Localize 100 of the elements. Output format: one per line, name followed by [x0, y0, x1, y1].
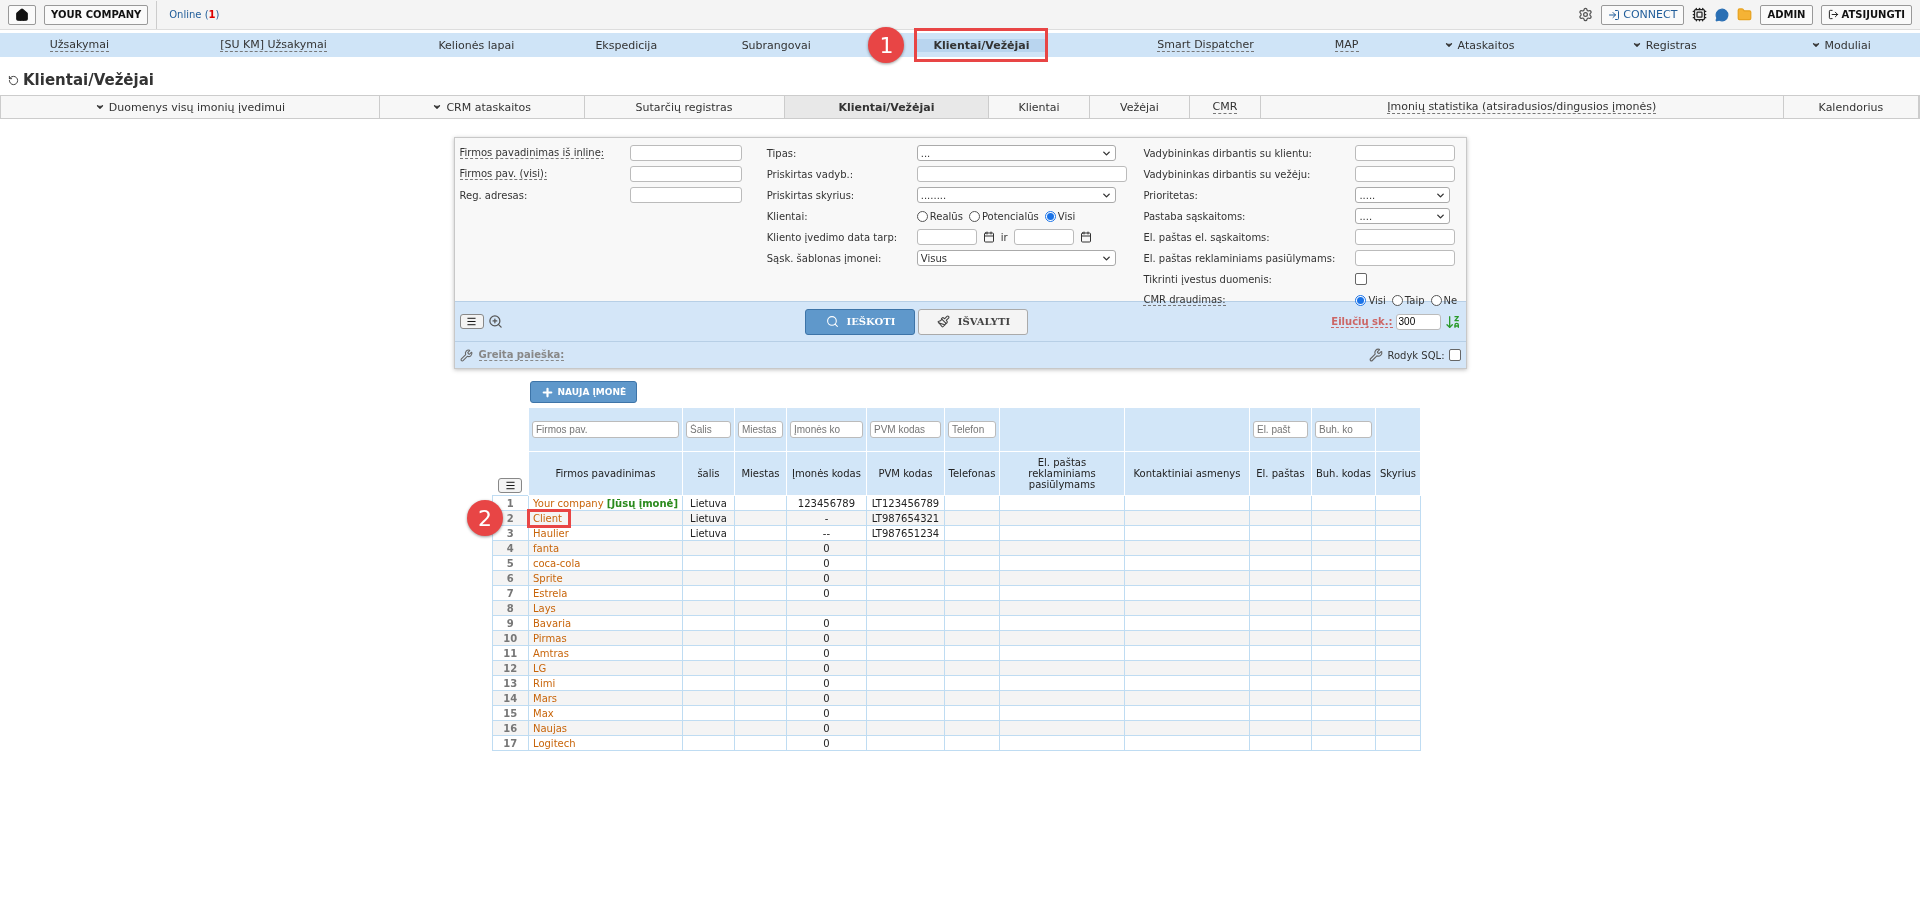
column-header: Miestas — [734, 451, 787, 496]
menu-button[interactable] — [498, 478, 522, 493]
radio-option[interactable]: Visi — [1044, 210, 1076, 222]
zoom-in-icon[interactable] — [487, 314, 503, 329]
date-field[interactable] — [1013, 229, 1074, 245]
sub-tab[interactable]: Kalendorius — [1783, 96, 1919, 118]
field-label: Prioritetas: — [1143, 189, 1199, 201]
nav-tab[interactable]: Smart Dispatcher — [1108, 33, 1303, 57]
company-name-cell[interactable]: Naujas — [528, 720, 683, 736]
text-field[interactable] — [916, 166, 1127, 182]
sub-tab[interactable]: Įmonių statistika (atsiradusios/dingusios įmonės) — [1260, 96, 1784, 118]
sub-tab[interactable]: CMR — [1190, 96, 1261, 118]
company-name-cell[interactable]: Haulier — [528, 525, 683, 541]
nav-tab[interactable]: Registras — [1567, 33, 1762, 57]
filter-field[interactable]: Firmos pav. — [532, 421, 679, 438]
home-button[interactable] — [8, 4, 36, 25]
company-name-cell[interactable]: Logitech — [528, 735, 683, 751]
text-field[interactable] — [1355, 166, 1456, 182]
login-icon — [1608, 8, 1621, 21]
nav-tab[interactable]: Užsakymai — [0, 33, 159, 57]
caret-icon — [1810, 40, 1821, 50]
text-field[interactable] — [629, 166, 742, 182]
select-field[interactable]: .... — [1355, 208, 1451, 224]
filter-field[interactable]: El. pašt — [1252, 421, 1308, 438]
company-button[interactable]: YOUR COMPANY — [44, 4, 149, 25]
chat-bubble-icon[interactable] — [1715, 7, 1730, 22]
radio-option[interactable]: Potencialūs — [968, 210, 1039, 222]
table-cell: LT123456789 — [866, 495, 945, 511]
filter-field[interactable]: Šalis — [685, 421, 731, 438]
nav-tab[interactable]: Ekspedicija — [564, 33, 689, 57]
text-field[interactable] — [1355, 250, 1456, 266]
nav-tab[interactable]: Kelionės lapai — [388, 33, 565, 57]
text-field[interactable] — [1355, 229, 1456, 245]
table-cell: 0 — [786, 615, 867, 631]
column-header: Telefonas — [944, 451, 1000, 496]
rows-count-field[interactable]: 300 — [1395, 313, 1441, 330]
company-name-cell[interactable]: Max — [528, 705, 683, 721]
company-name-cell[interactable]: fanta — [528, 540, 683, 556]
select-field[interactable]: Visus — [916, 250, 1117, 266]
checkbox[interactable] — [1448, 349, 1461, 361]
sub-tab[interactable]: Klientai — [989, 96, 1090, 118]
company-name-cell[interactable]: LG — [528, 660, 683, 676]
calendar-icon[interactable] — [982, 231, 995, 243]
clear-button[interactable]: IŠVALYTI — [918, 308, 1029, 335]
nav-tab[interactable]: Ataskaitos — [1390, 33, 1568, 57]
filter-field[interactable]: Telefon — [947, 421, 996, 438]
company-name-cell[interactable]: Estrela — [528, 585, 683, 601]
company-name-cell[interactable]: Bavaria — [528, 615, 683, 631]
select-field[interactable]: ... — [916, 145, 1117, 161]
connect-button[interactable]: CONNECT — [1601, 4, 1685, 25]
row-number: 3 — [492, 525, 529, 541]
field-label: El. paštas el. sąskaitoms: — [1143, 231, 1271, 243]
select-field[interactable]: ..... — [1355, 187, 1451, 203]
menu-button[interactable] — [459, 314, 484, 329]
logout-button[interactable]: ATSIJUNGTI — [1820, 4, 1912, 25]
sub-tab[interactable]: Sutarčių registras — [584, 96, 785, 118]
column-header: Buh. kodas — [1311, 451, 1376, 496]
calendar-icon[interactable] — [1079, 231, 1092, 243]
filter-field[interactable]: Miestas — [737, 421, 783, 438]
filter-field[interactable]: PVM kodas — [869, 421, 941, 438]
refresh-icon[interactable] — [8, 74, 19, 86]
select-field[interactable]: ........ — [916, 187, 1117, 203]
checkbox[interactable] — [1355, 273, 1368, 285]
field-label: Klientai: — [766, 210, 809, 222]
nav-tab[interactable]: Moduliai — [1761, 33, 1920, 57]
company-name[interactable]: Client — [533, 512, 562, 524]
table-cell: 0 — [786, 630, 867, 646]
menu-icon — [466, 316, 477, 327]
text-field[interactable] — [629, 145, 742, 161]
nav-tab[interactable]: [SU KM] Užsakymai — [158, 33, 389, 57]
sub-tab[interactable]: Duomenys visų imonių įvedimui — [1, 96, 380, 118]
nav-tab[interactable]: MAP — [1302, 33, 1391, 57]
nav-tab[interactable]: Klientai/Vežėjai — [917, 38, 1046, 52]
text-field[interactable] — [629, 187, 742, 203]
radio-option[interactable]: Realūs — [916, 210, 963, 222]
company-name-cell[interactable]: coca-cola — [528, 555, 683, 571]
date-field[interactable] — [916, 229, 977, 245]
filter-field[interactable]: Buh. ko — [1314, 421, 1372, 438]
sort-icon[interactable] — [1444, 313, 1461, 330]
table-cell: Lietuva — [682, 495, 735, 511]
column-header: El. paštas reklaminiams pasiūlymams — [999, 451, 1125, 496]
sub-tab[interactable]: Klientai/Vežėjai — [784, 96, 990, 118]
column-header: Firmos pavadinimas — [528, 451, 683, 496]
sub-tab[interactable]: CRM ataskaitos — [379, 96, 585, 118]
text-field[interactable] — [1355, 145, 1456, 161]
sub-tab[interactable]: Vežėjai — [1089, 96, 1191, 118]
nav-tab[interactable]: Subrangovai — [688, 33, 865, 57]
table-cell: 0 — [786, 690, 867, 706]
admin-button[interactable]: ADMIN — [1760, 4, 1813, 25]
company-name-cell[interactable]: Mars — [528, 690, 683, 706]
filter-field[interactable]: Įmonės ko — [789, 421, 863, 438]
company-name-cell[interactable]: Amtras — [528, 645, 683, 661]
settings-icon[interactable] — [1578, 7, 1594, 22]
company-name-cell[interactable]: Sprite — [528, 570, 683, 586]
chip-icon[interactable] — [1692, 7, 1708, 22]
company-name-cell[interactable]: Lays — [528, 600, 683, 616]
callout-badge: 1 — [868, 27, 905, 63]
table-cell: 0 — [786, 645, 867, 661]
company-name-cell[interactable]: Rimi — [528, 675, 683, 691]
company-name-cell[interactable]: Pirmas — [528, 630, 683, 646]
